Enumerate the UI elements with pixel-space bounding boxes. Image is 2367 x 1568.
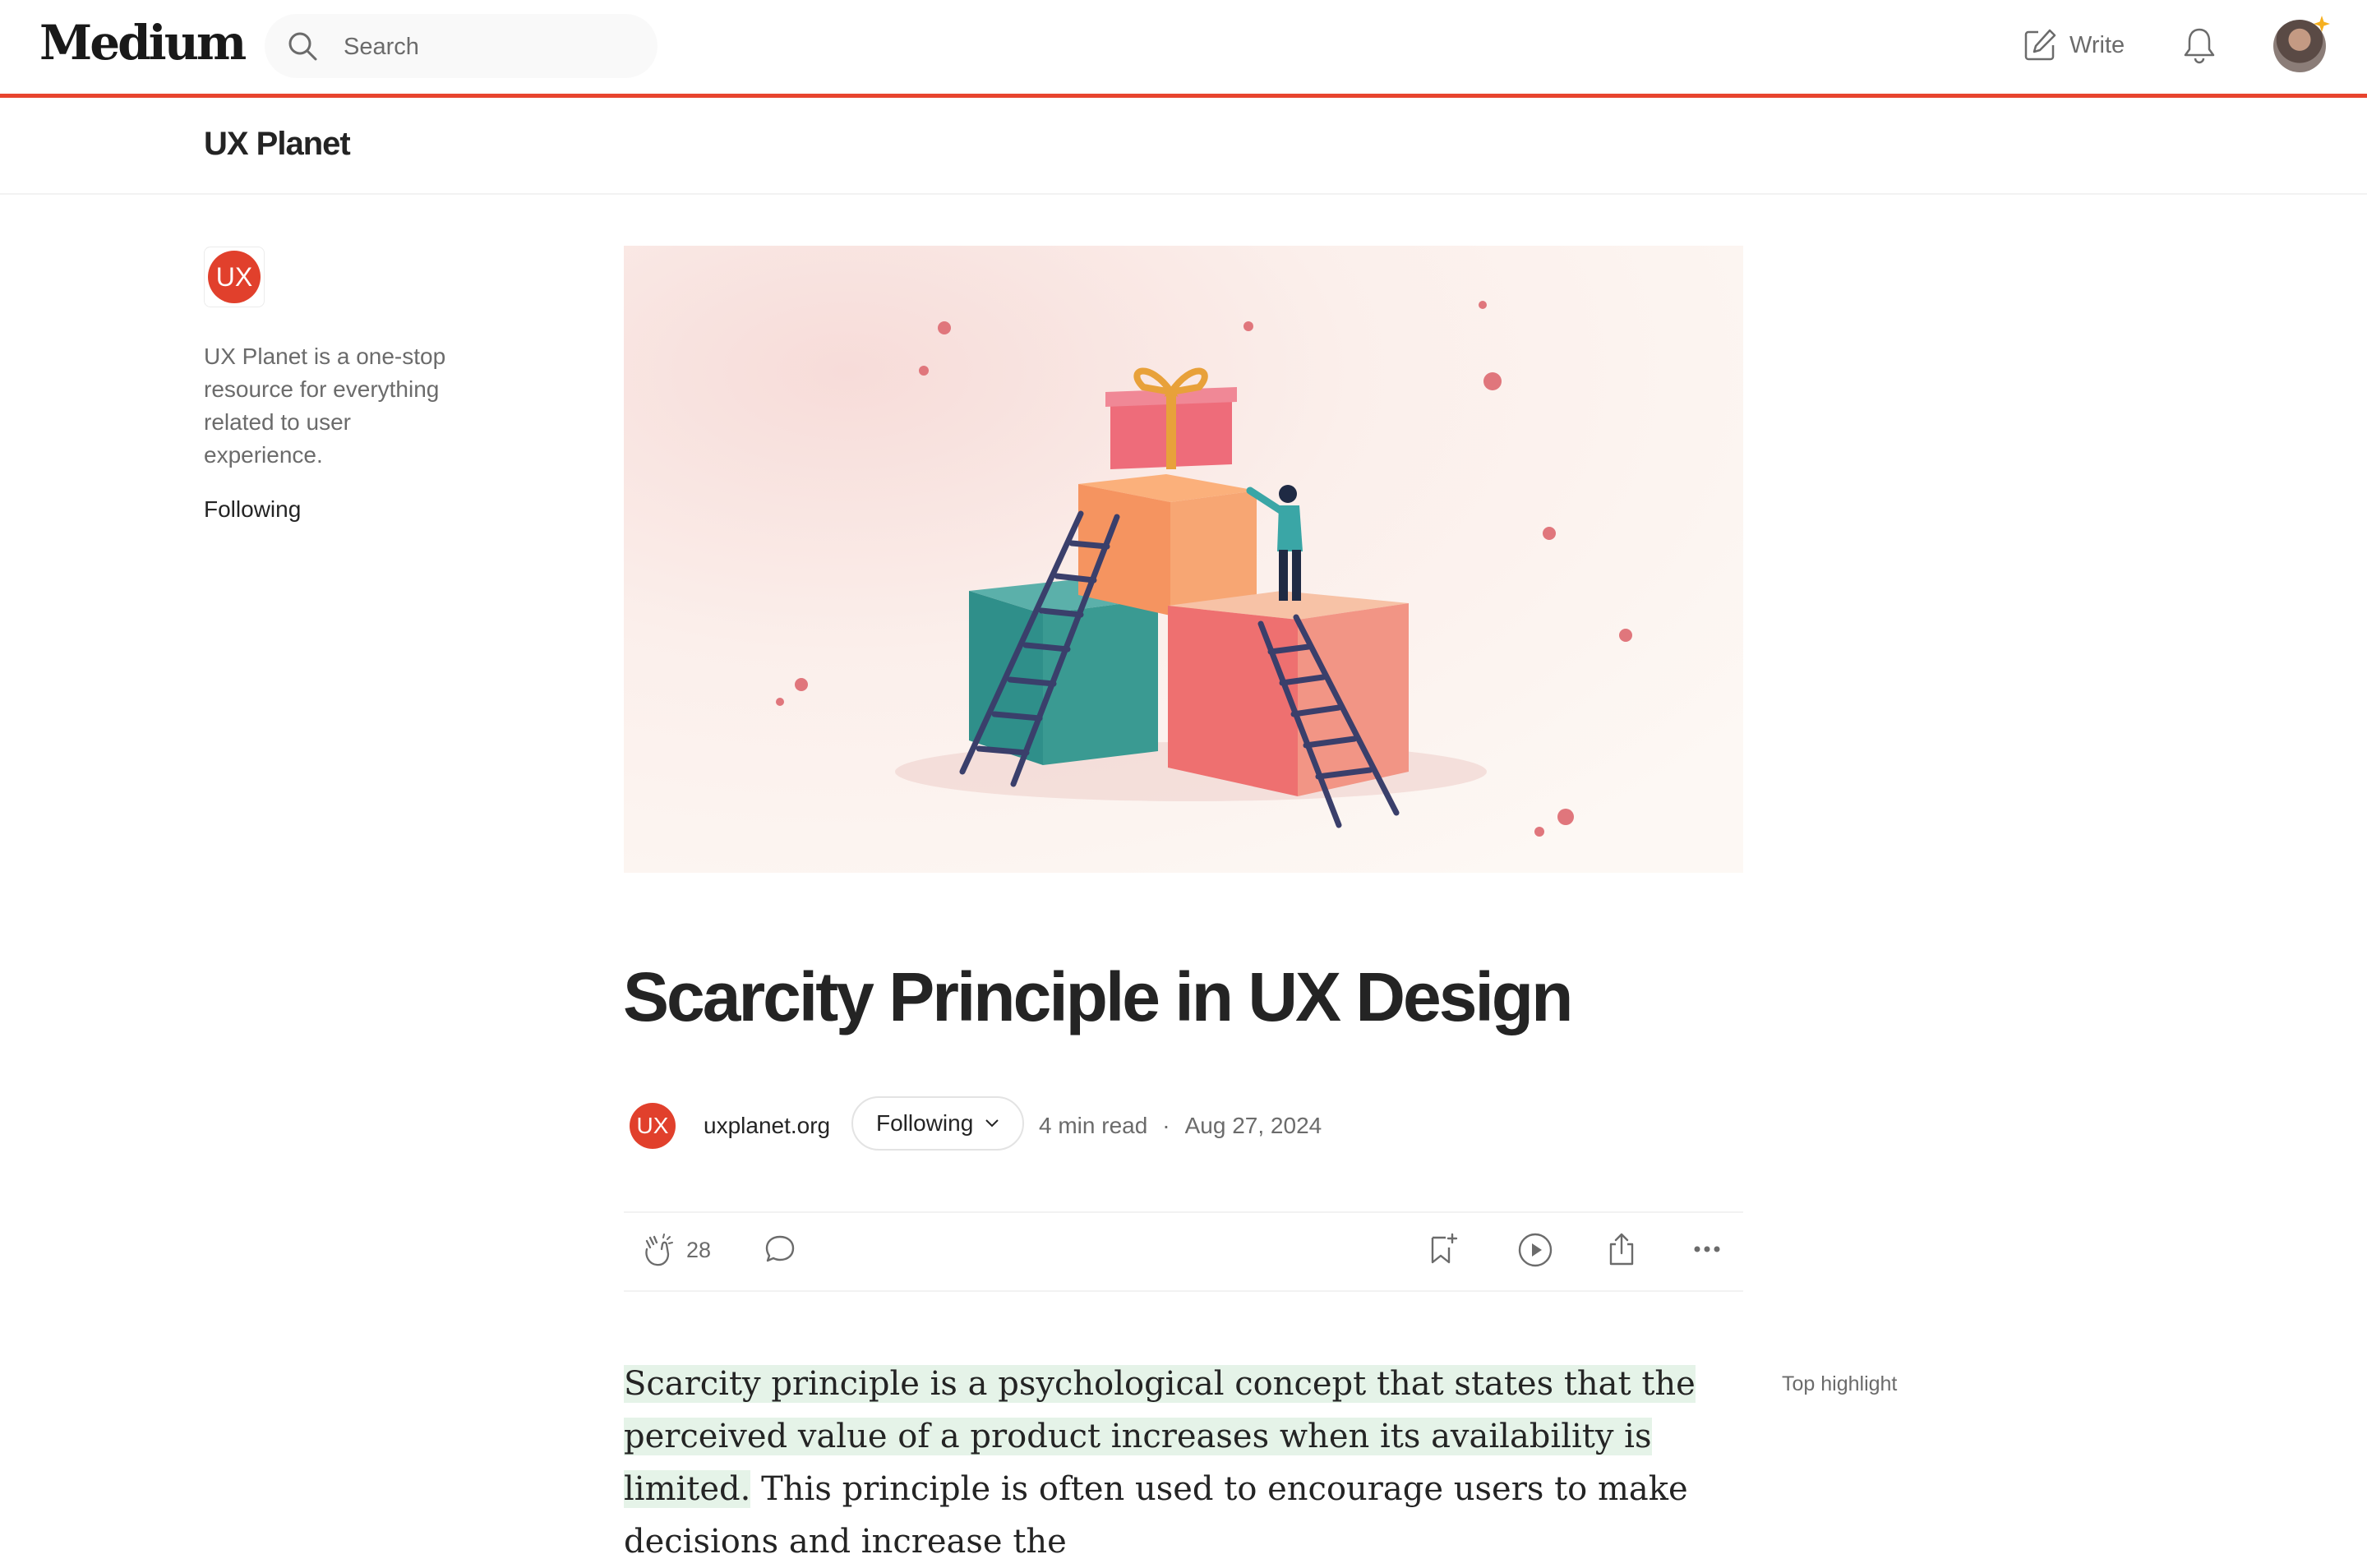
clap-icon	[645, 1234, 673, 1266]
more-icon	[1694, 1246, 1720, 1252]
clap-count: 28	[686, 1237, 712, 1262]
play-icon	[1518, 1233, 1553, 1267]
chevron-down-icon	[985, 1119, 999, 1128]
bell-icon	[2184, 28, 2215, 64]
publication-description: UX Planet is a one-stop resource for eve…	[204, 344, 446, 468]
more-options-button[interactable]	[1689, 1231, 1725, 1267]
following-button[interactable]: Following	[851, 1096, 1025, 1151]
write-button[interactable]: Write	[2022, 25, 2125, 66]
read-time: 4 min read	[1039, 1113, 1148, 1138]
top-highlight-label: Top highlight	[1782, 1372, 1898, 1395]
article-byline: UX uxplanet.org Following 4 min read · Aug…	[630, 1096, 1747, 1155]
search-input[interactable]	[342, 14, 641, 80]
search-box[interactable]	[265, 14, 658, 80]
publication-name[interactable]: UX Planet	[204, 126, 351, 163]
comment-button[interactable]	[762, 1231, 798, 1267]
publication-sidebar: UX UX Planet is a one-stop resource for …	[204, 247, 475, 523]
author-name[interactable]: uxplanet.org	[704, 1113, 830, 1139]
following-label: Following	[876, 1110, 974, 1136]
publication-logo[interactable]: UX	[204, 247, 265, 307]
medium-logo[interactable]: Medium	[39, 15, 247, 71]
share-button[interactable]	[1603, 1231, 1640, 1267]
notifications-button[interactable]	[2181, 25, 2217, 68]
publication-bar: UX Planet	[0, 98, 2367, 195]
author-avatar[interactable]: UX	[630, 1103, 676, 1149]
article-title: Scarcity Principle in UX Design	[623, 958, 1573, 1035]
bookmark-plus-icon	[1431, 1233, 1458, 1264]
write-label: Write	[2069, 31, 2125, 58]
listen-button[interactable]	[1516, 1231, 1554, 1269]
publication-following-link[interactable]: Following	[204, 496, 475, 523]
article-paragraph: Scarcity principle is a psychological co…	[624, 1358, 1743, 1568]
clap-button[interactable]: 28	[639, 1231, 711, 1269]
comment-icon	[765, 1235, 795, 1262]
top-navigation-bar: Medium Write	[0, 0, 2367, 98]
user-avatar[interactable]	[2273, 16, 2330, 72]
save-button[interactable]	[1424, 1231, 1460, 1267]
meta-separator: ·	[1162, 1113, 1170, 1138]
write-icon	[2024, 29, 2056, 61]
article-action-bar: 28	[624, 1211, 1743, 1292]
share-icon	[1609, 1233, 1634, 1266]
hero-illustration	[624, 246, 1743, 873]
publication-logo-text: UX	[208, 251, 261, 303]
search-icon	[288, 32, 317, 61]
member-star-icon	[2314, 16, 2330, 32]
paragraph-continuation: This principle is often used to encourag…	[624, 1470, 1688, 1561]
article-meta: 4 min read · Aug 27, 2024	[1039, 1113, 1322, 1139]
publish-date: Aug 27, 2024	[1184, 1113, 1322, 1138]
